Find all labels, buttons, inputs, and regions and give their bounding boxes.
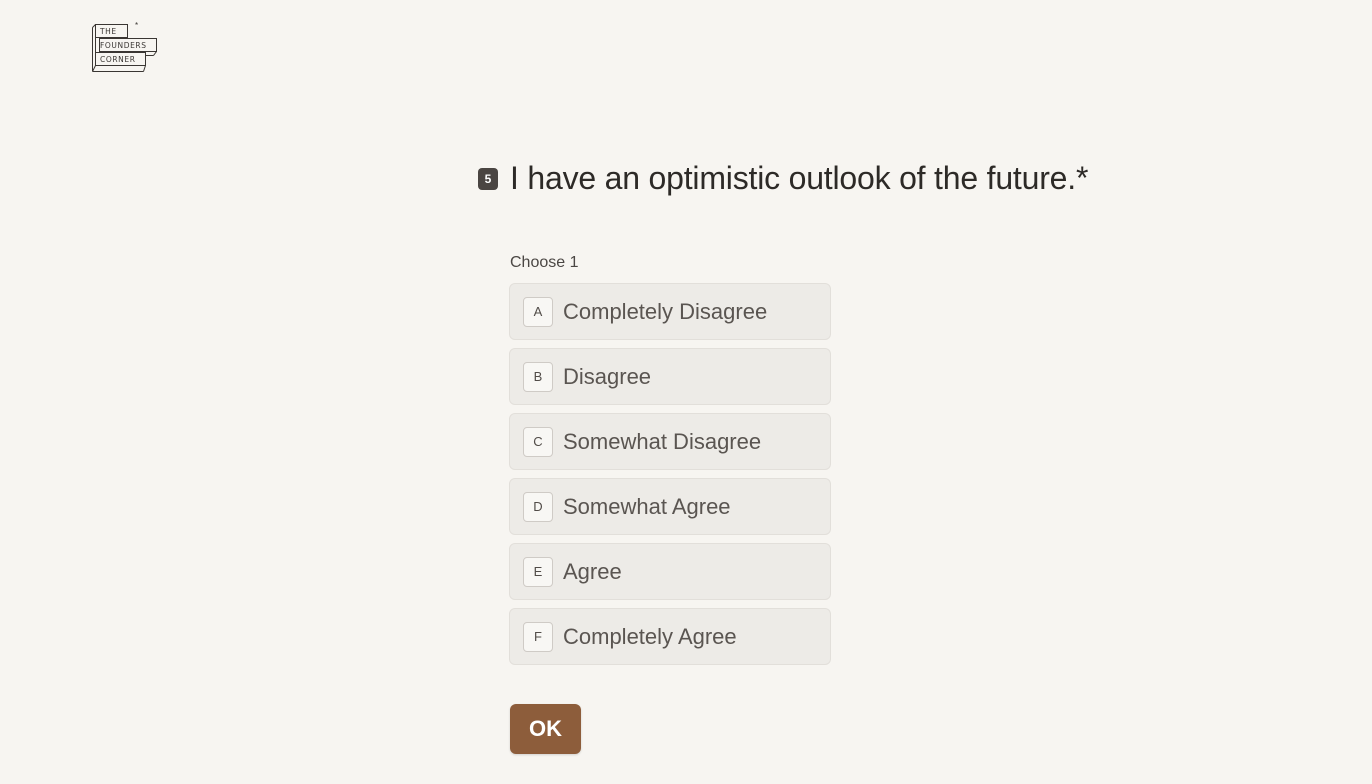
option-label: Somewhat Disagree xyxy=(563,428,762,454)
option-somewhat-agree[interactable]: D Somewhat Agree xyxy=(509,478,831,535)
ok-button[interactable]: OK xyxy=(510,704,581,754)
answer-options: A Completely Disagree B Disagree C Somew… xyxy=(509,283,831,673)
option-completely-disagree[interactable]: A Completely Disagree xyxy=(509,283,831,340)
option-key-b: B xyxy=(523,361,553,392)
option-somewhat-disagree[interactable]: C Somewhat Disagree xyxy=(509,413,831,470)
option-label: Somewhat Agree xyxy=(563,493,731,519)
option-key-e: E xyxy=(523,556,553,587)
option-label: Completely Agree xyxy=(563,623,737,649)
question-number-badge: 5 xyxy=(478,167,498,190)
option-label: Completely Disagree xyxy=(563,298,768,324)
option-label: Agree xyxy=(563,558,622,584)
choose-hint: Choose 1 xyxy=(510,254,579,271)
option-key-f: F xyxy=(523,621,553,652)
logo-line-founders: FOUNDERS xyxy=(100,41,147,50)
option-agree[interactable]: E Agree xyxy=(509,543,831,600)
option-key-a: A xyxy=(523,296,553,327)
logo-line-corner: CORNER xyxy=(100,55,136,64)
question-heading: 5 I have an optimistic outlook of the fu… xyxy=(478,160,1088,197)
brand-logo: THE FOUNDERS CORNER * xyxy=(91,21,161,76)
option-completely-agree[interactable]: F Completely Agree xyxy=(509,608,831,665)
question-text: I have an optimistic outlook of the futu… xyxy=(510,160,1089,196)
logo-line-the: THE xyxy=(100,27,117,36)
logo-asterisk: * xyxy=(135,21,139,30)
option-key-d: D xyxy=(523,491,553,522)
option-key-c: C xyxy=(523,426,553,457)
option-disagree[interactable]: B Disagree xyxy=(509,348,831,405)
option-label: Disagree xyxy=(563,363,652,389)
